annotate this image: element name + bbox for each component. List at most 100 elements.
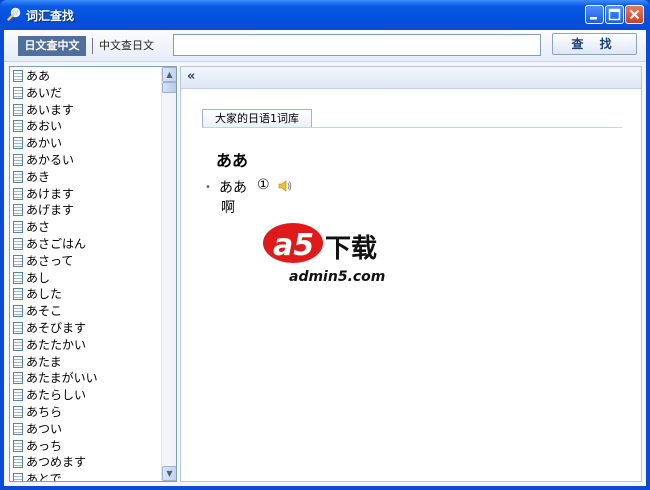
list-item-label: あたま [26, 354, 62, 369]
tab-dictionary[interactable]: 大家的日语1词库 [202, 109, 312, 127]
maximize-icon [608, 8, 621, 21]
list-item-label: あさ [26, 220, 51, 235]
list-item[interactable]: あいます [10, 102, 160, 119]
list-item-label: あかるい [26, 152, 75, 167]
list-item[interactable]: あたらしい [10, 387, 160, 404]
collapse-panel-button[interactable]: « [187, 69, 195, 84]
list-item-label: あかい [26, 136, 63, 151]
list-item-label: あけます [26, 186, 75, 201]
list-item[interactable]: あたまがいい [10, 370, 160, 387]
list-item-label: あつい [26, 421, 63, 436]
document-icon [13, 103, 23, 116]
chevron-up-icon: ▲ [166, 70, 173, 79]
window-title: 词汇查找 [26, 9, 75, 23]
list-item[interactable]: あつい [10, 421, 160, 438]
list-item[interactable]: あし [10, 270, 160, 287]
document-icon [13, 170, 23, 183]
list-item-label: あそびます [26, 320, 87, 335]
list-item-label: あとで [26, 472, 62, 482]
list-item[interactable]: あさごはん [10, 236, 160, 253]
minimize-button[interactable] [585, 5, 604, 24]
sense-accent: ① [257, 177, 270, 193]
minimize-icon [590, 17, 597, 20]
mode-cn-to-jp-button[interactable]: 中文查日文 [99, 36, 154, 56]
scroll-down-button[interactable]: ▼ [162, 466, 176, 481]
list-item-label: あつめます [26, 455, 87, 470]
list-item[interactable]: あげます [10, 202, 160, 219]
word-list: あああいだ あいます あおい あかい あかるいあき あけますあげますあさ あさごはんあさって… [10, 68, 160, 482]
list-item[interactable]: あかるい [10, 152, 160, 169]
list-item[interactable]: あいだ [10, 85, 160, 102]
list-item[interactable]: ああ [10, 68, 160, 85]
list-item[interactable]: あたたかい [10, 337, 160, 354]
document-icon [13, 422, 23, 435]
document-icon [13, 405, 23, 418]
title-bar[interactable]: 词汇查找 [0, 0, 650, 30]
document-icon [13, 221, 23, 234]
document-icon [13, 70, 23, 82]
logo-site: admin5.com [289, 269, 385, 285]
mode-jp-to-cn-button[interactable]: 日文查中文 [18, 36, 86, 56]
scroll-thumb[interactable] [162, 82, 176, 93]
document-icon [13, 338, 23, 351]
sense-meaning: 啊 [221, 200, 235, 216]
list-item-label: あたまがいい [26, 371, 98, 386]
list-item[interactable]: あそびます [10, 320, 160, 337]
list-item-label: あそこ [26, 304, 63, 319]
scroll-up-button[interactable]: ▲ [162, 67, 176, 82]
search-input[interactable] [173, 34, 541, 56]
list-item-label: あさって [26, 253, 74, 268]
list-item[interactable]: あっち [10, 438, 160, 455]
document-icon [13, 439, 23, 452]
list-item[interactable]: あけます [10, 186, 160, 203]
tab-underline [202, 127, 622, 128]
list-item-label: あっち [26, 438, 63, 453]
search-icon [7, 7, 21, 21]
list-item-label: ああ [26, 69, 51, 83]
sense-bullet: • [205, 182, 211, 193]
document-icon [13, 271, 23, 284]
document-icon [13, 305, 23, 318]
logo-mark: a5 [273, 228, 314, 263]
mode-divider [92, 38, 93, 54]
list-item[interactable]: あさ [10, 219, 160, 236]
document-icon [13, 456, 23, 469]
document-icon [13, 288, 23, 301]
definition-header: « [181, 67, 641, 89]
list-item[interactable]: あき [10, 169, 160, 186]
close-button[interactable] [625, 5, 644, 24]
list-item-label: あさごはん [26, 236, 87, 251]
search-button[interactable]: 查 找 [552, 33, 637, 55]
app-window: 词汇查找 日文查中文 中文查日文 查 找 あああいだ あいます あおい あかい あかるい… [0, 0, 650, 490]
speaker-icon[interactable] [278, 179, 292, 193]
document-icon [13, 321, 23, 334]
list-item[interactable]: あとで [10, 471, 160, 482]
list-item[interactable]: あたま [10, 354, 160, 371]
list-item-label: あげます [26, 203, 75, 218]
list-item[interactable]: あつめます [10, 454, 160, 471]
watermark-logo: a5 下载 admin5.com [259, 217, 409, 287]
word-list-panel: あああいだ あいます あおい あかい あかるいあき あけますあげますあさ あさごはんあさって… [9, 66, 177, 482]
chevron-down-icon: ▼ [166, 469, 173, 478]
list-item-label: あたらしい [26, 388, 87, 403]
list-item-label: あいます [26, 102, 75, 117]
list-item[interactable]: あさって [10, 253, 160, 270]
client-area: 日文查中文 中文查日文 查 找 あああいだ あいます あおい あかい あかるいあき あけま… [4, 30, 646, 486]
document-icon [13, 355, 23, 368]
document-icon [13, 237, 23, 250]
document-icon [13, 372, 23, 385]
document-icon [13, 204, 23, 217]
list-item[interactable]: あかい [10, 135, 160, 152]
document-icon [13, 389, 23, 402]
list-item[interactable]: あした [10, 286, 160, 303]
word-list-scrollbar[interactable]: ▲ ▼ [161, 67, 176, 481]
close-icon [629, 9, 640, 20]
maximize-button[interactable] [605, 5, 624, 24]
list-item[interactable]: あちら [10, 404, 160, 421]
list-item-label: あした [26, 287, 63, 302]
a5-logo-icon: a5 下载 admin5.com [263, 223, 385, 285]
list-item[interactable]: あそこ [10, 303, 160, 320]
list-item-label: あたたかい [26, 337, 87, 352]
list-item[interactable]: あおい [10, 118, 160, 135]
logo-word: 下载 [325, 234, 377, 264]
